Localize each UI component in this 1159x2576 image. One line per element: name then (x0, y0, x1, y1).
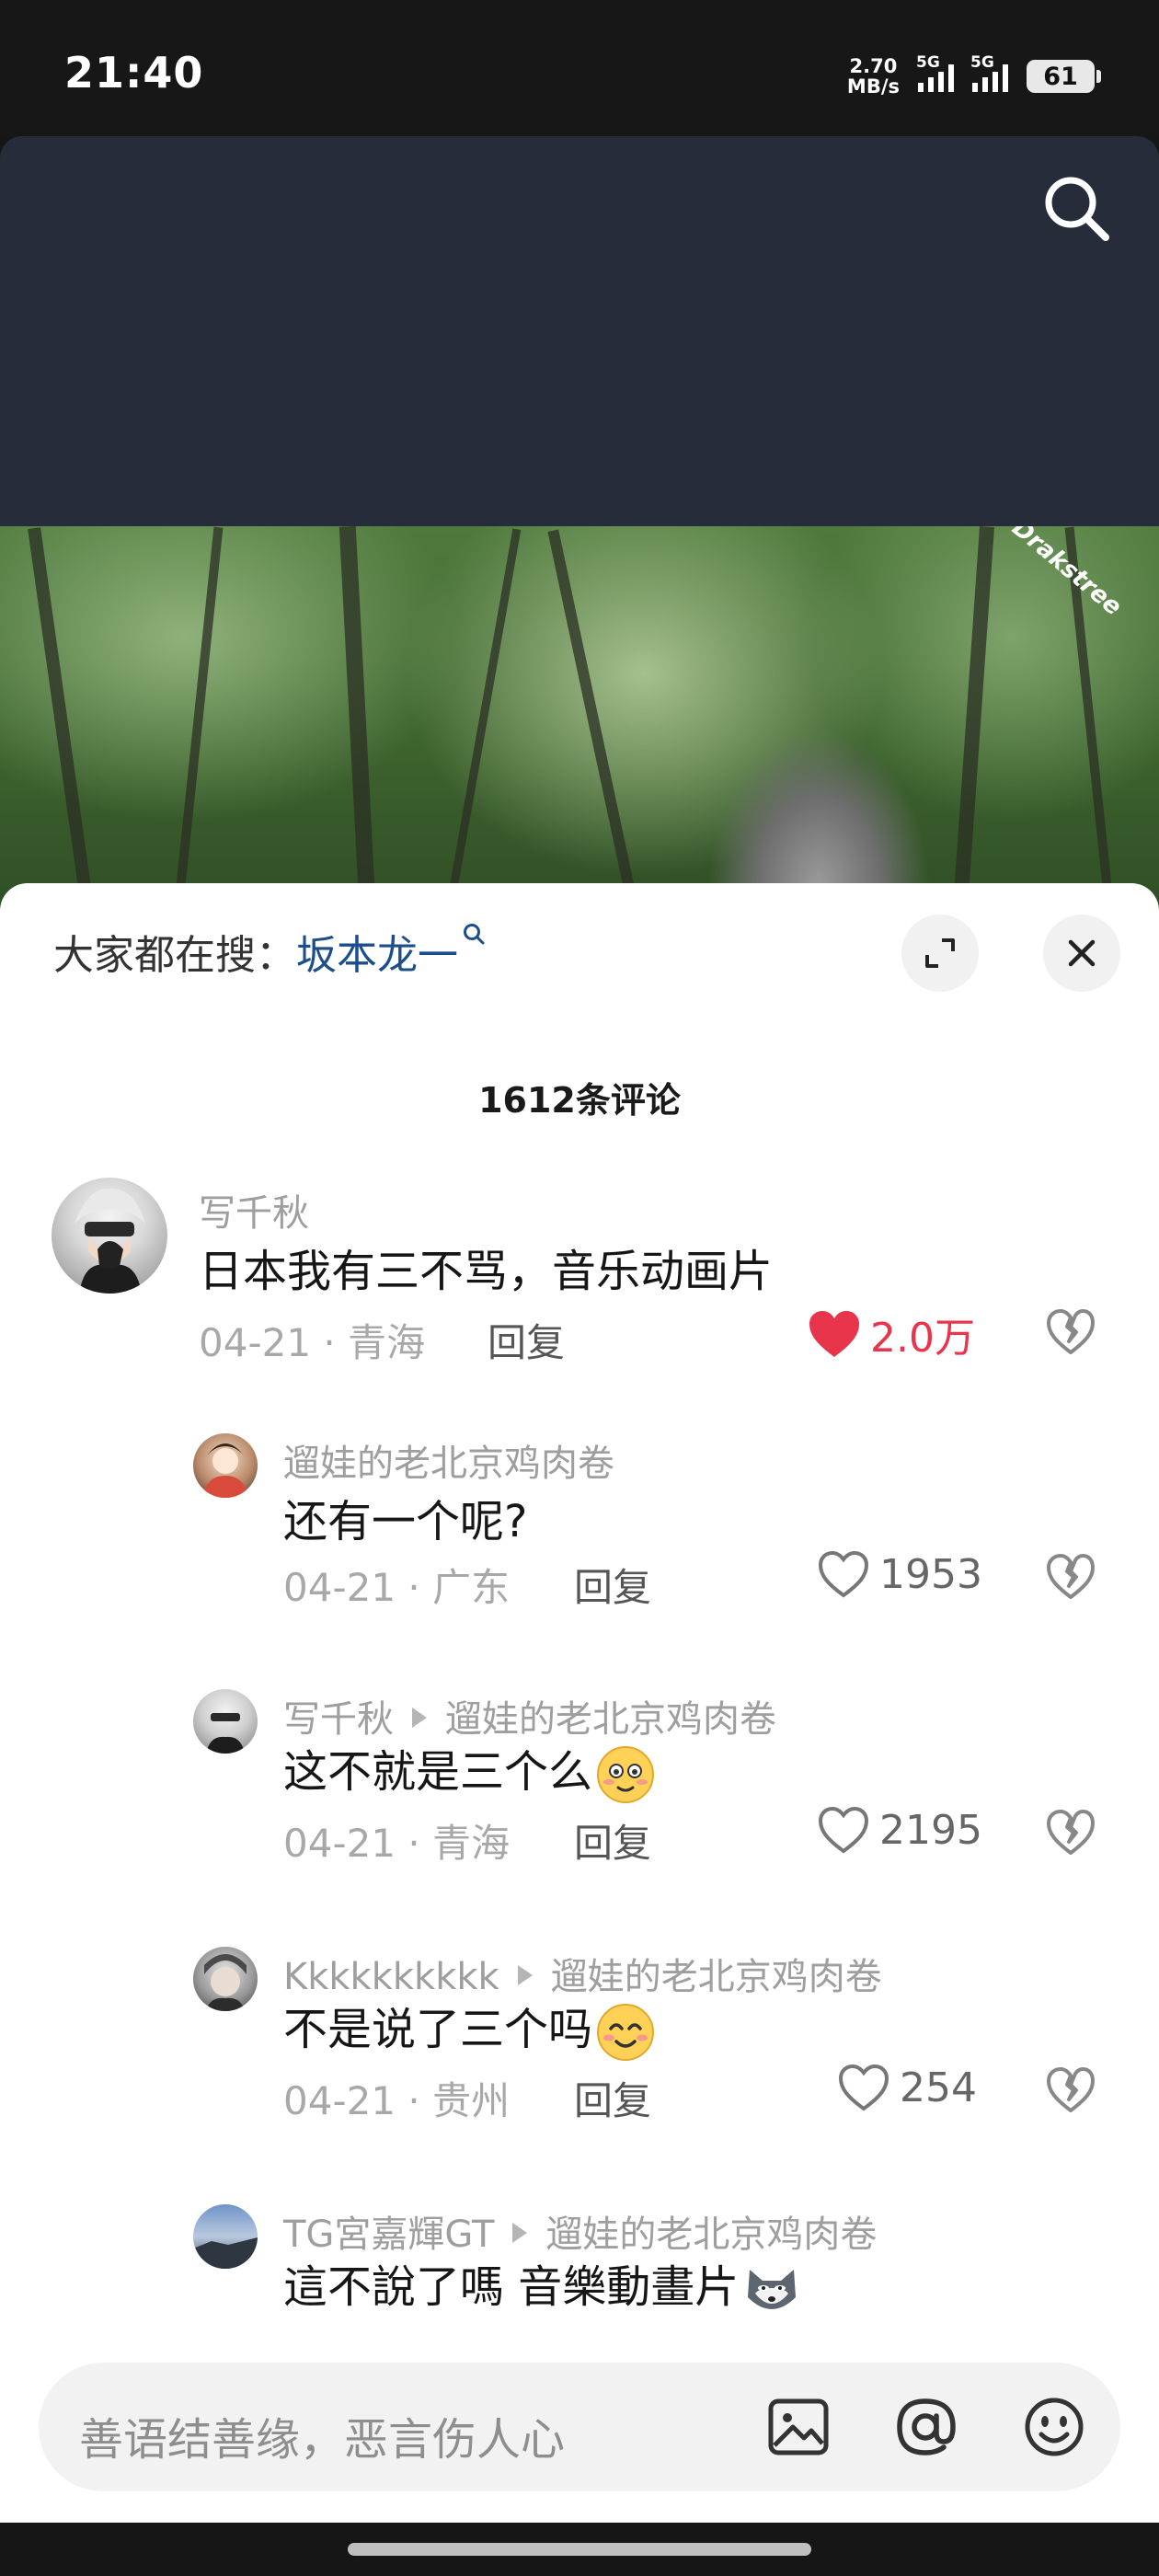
close-button[interactable] (1043, 914, 1120, 992)
reply-arrow-icon (412, 1708, 427, 1728)
network-speed: 2.70 MB/s (847, 56, 900, 97)
status-icons: 2.70 MB/s 5G 5G 61 (847, 53, 1101, 99)
avatar-image (204, 1954, 247, 2011)
broken-heart-icon[interactable] (1045, 1306, 1096, 1358)
comment-date-location: 04-21 · 青海 (199, 1320, 426, 1365)
video-frame[interactable]: Drakstree (0, 526, 1159, 922)
reply-button[interactable]: 回复 (574, 1812, 651, 1869)
image-icon[interactable] (765, 2394, 832, 2460)
comment-text-content: 不是说了三个吗 (283, 2004, 593, 2055)
mention-icon[interactable] (892, 2394, 958, 2460)
network-speed-unit: MB/s (846, 75, 900, 98)
status-time: 21:40 (64, 48, 204, 98)
avatar[interactable] (193, 1947, 258, 2011)
comment-date-location: 04-21 · 青海 (283, 1821, 511, 1866)
comment-username[interactable]: 遛娃的老北京鸡肉卷 (283, 1433, 614, 1487)
comment-text: 不是说了三个吗 (283, 1993, 655, 2062)
broken-heart-icon[interactable] (1045, 1807, 1096, 1858)
like-count: 254 (900, 2064, 977, 2111)
hot-search-prefix: 大家都在搜： (53, 932, 296, 979)
reply-button[interactable]: 回复 (488, 1312, 565, 1368)
avatar-image (206, 1713, 245, 1754)
like-button[interactable]: 254 (837, 2063, 977, 2112)
comment-text: 這不說了嗎 音樂動畫片 (283, 2250, 801, 2319)
heart-outline-icon (818, 1550, 869, 1598)
home-handle[interactable] (348, 2543, 811, 2556)
comment-text: 还有一个呢? (283, 1496, 528, 1547)
comment-username[interactable]: 写千秋 (199, 1183, 309, 1236)
signal-label: 5G (970, 53, 994, 72)
shy-face-emoji-icon (597, 1746, 655, 1803)
comment-text-content: 這不說了嗎 音樂動畫片 (283, 2261, 740, 2313)
reply-button[interactable]: 回复 (574, 1557, 651, 1613)
comment-text: 这不就是三个么 (283, 1735, 655, 1804)
signal-icon: 5G (970, 53, 1008, 92)
reply-button[interactable]: 回复 (574, 2070, 651, 2126)
heart-outline-icon (818, 1806, 869, 1854)
expand-icon (925, 938, 955, 968)
video-header (0, 136, 1159, 526)
avatar[interactable] (193, 2204, 258, 2269)
signal-label: 5G (916, 53, 940, 72)
like-count: 2195 (879, 1806, 982, 1854)
broken-heart-icon[interactable] (1045, 1551, 1096, 1603)
avatar[interactable] (193, 1689, 258, 1754)
like-count: 2.0万 (870, 1315, 975, 1362)
signal-icon: 5G (916, 53, 954, 92)
network-speed-value: 2.70 (849, 55, 898, 77)
reply-arrow-icon (517, 1965, 533, 1985)
battery-icon: 61 (1027, 60, 1101, 93)
status-bar: 21:40 2.70 MB/s 5G 5G 61 (0, 0, 1159, 136)
like-count: 1953 (879, 1550, 982, 1598)
system-nav-bar (0, 2523, 1159, 2576)
comment-date-location: 04-21 · 广东 (283, 1565, 511, 1610)
comment-date-location: 04-21 · 贵州 (283, 2078, 511, 2123)
like-button[interactable]: 1953 (817, 1549, 982, 1599)
avatar-image (75, 1188, 145, 1294)
husky-emoji-icon (748, 2270, 797, 2309)
heart-filled-icon (809, 1311, 859, 1357)
avatar-image (202, 1443, 248, 1498)
reply-arrow-icon (512, 2223, 528, 2243)
like-button[interactable]: 2.0万 (808, 1305, 975, 1363)
comment-input[interactable]: 善语结善缘，恶言伤人心 (79, 2403, 565, 2467)
hot-search-keyword[interactable]: 坂本龙一 (296, 932, 458, 979)
avatar[interactable] (52, 1178, 167, 1294)
emoji-icon[interactable] (1021, 2394, 1087, 2460)
comment-count: 1612条评论 (478, 1080, 681, 1121)
avatar[interactable] (193, 1433, 258, 1498)
comment-text-content: 这不就是三个么 (283, 1746, 593, 1798)
broken-heart-icon[interactable] (1045, 2064, 1096, 2116)
search-icon[interactable] (1039, 171, 1113, 245)
expand-button[interactable] (901, 914, 979, 992)
smile-emoji-icon (597, 2004, 655, 2061)
avatar-image (193, 2237, 258, 2269)
heart-outline-icon (838, 2064, 889, 2111)
close-icon (1068, 939, 1096, 967)
comment-text: 日本我有三不骂，音乐动画片 (199, 1246, 774, 1297)
comment-sheet: 大家都在搜：坂本龙一 1612条评论 写千秋 日本我有三不骂，音乐动画片 04-… (0, 883, 1159, 2523)
small-search-icon (464, 924, 485, 945)
like-button[interactable]: 2195 (817, 1805, 982, 1855)
hot-search[interactable]: 大家都在搜：坂本龙一 (53, 922, 486, 981)
comment-input-bar[interactable]: 善语结善缘，恶言伤人心 (39, 2363, 1120, 2491)
